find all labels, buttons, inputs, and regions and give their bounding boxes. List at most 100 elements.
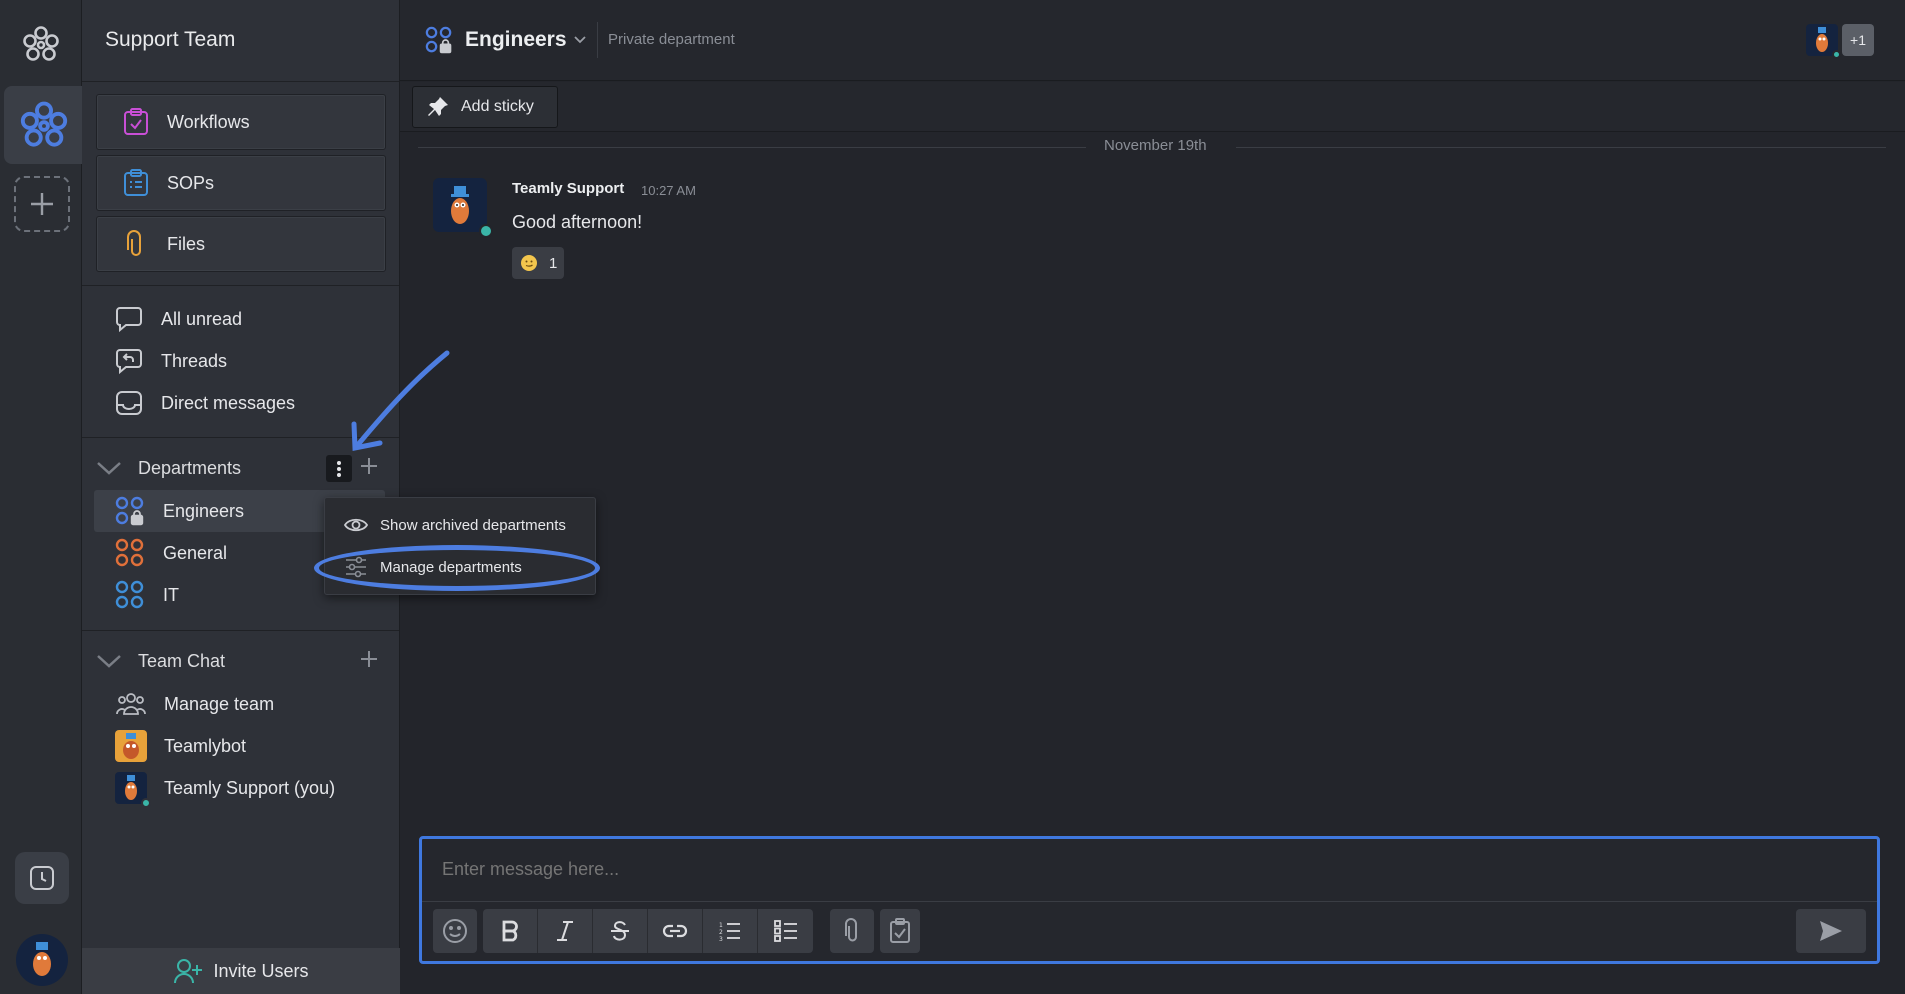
numbered-list-icon: 123: [719, 922, 740, 942]
menu-item-label: Show archived departments: [380, 516, 566, 534]
bold-icon: [502, 920, 518, 942]
member-label: Manage team: [164, 693, 275, 714]
add-workspace-button[interactable]: [14, 176, 70, 232]
svg-text:2: 2: [719, 929, 723, 936]
nav-label: All unread: [161, 308, 243, 329]
divider: [418, 147, 1086, 148]
smirk-emoji-icon: [521, 255, 537, 271]
member-label: Teamlybot: [164, 735, 247, 756]
department-icon: [115, 538, 144, 567]
chat-bubble-icon: [116, 307, 142, 333]
divider: [82, 285, 399, 286]
message-avatar[interactable]: [433, 178, 493, 238]
user-avatar[interactable]: [16, 934, 68, 986]
date-separator: November 19th: [418, 137, 1886, 157]
chevron-down-icon: [573, 36, 586, 44]
paperclip-icon: [845, 918, 857, 942]
manage-team-item[interactable]: Manage team: [82, 683, 399, 725]
sticky-bar: Add sticky: [400, 82, 1905, 132]
nav-all-unread[interactable]: All unread: [82, 298, 399, 340]
link-icon: [662, 924, 688, 938]
workspace-logo-icon: [20, 101, 68, 147]
header-separator: [597, 22, 598, 58]
numbered-list-button[interactable]: 123: [703, 909, 758, 953]
add-sticky-label: Add sticky: [461, 98, 534, 115]
attach-group: [830, 909, 874, 953]
svg-text:3: 3: [719, 936, 723, 942]
clipboard-check-icon: [890, 918, 910, 943]
workspace-support-team[interactable]: [4, 86, 82, 164]
sops-button[interactable]: SOPs: [96, 155, 386, 211]
team-chat-label: Team Chat: [138, 650, 226, 671]
files-button[interactable]: Files: [96, 216, 386, 272]
reaction-count: 1: [549, 254, 558, 272]
people-icon: [116, 693, 146, 715]
threads-icon: [116, 349, 142, 375]
divider: [1236, 147, 1886, 148]
italic-button[interactable]: [538, 909, 593, 953]
link-button[interactable]: [648, 909, 703, 953]
online-indicator: [141, 798, 151, 808]
add-sticky-button[interactable]: Add sticky: [412, 86, 558, 128]
pin-icon: [428, 97, 448, 116]
message-time: 10:27 AM: [641, 183, 696, 198]
channel-title-label: Engineers: [465, 28, 567, 51]
emoji-button[interactable]: [433, 909, 477, 953]
divider: [422, 901, 1877, 902]
workflows-icon: [124, 108, 148, 135]
message-input[interactable]: [442, 859, 1842, 880]
department-label: Engineers: [163, 500, 245, 521]
channel-subtitle: Private department: [608, 31, 735, 48]
chevron-down-icon[interactable]: [96, 460, 122, 476]
checklist-button[interactable]: [758, 909, 813, 953]
paperclip-icon: [127, 230, 141, 256]
clock-icon: [30, 866, 54, 890]
member-avatar[interactable]: [1806, 24, 1841, 59]
eye-icon: [344, 518, 368, 532]
divider: [82, 630, 399, 631]
emoji-group: [433, 909, 477, 953]
message-composer: 123: [419, 836, 1880, 964]
private-department-icon: [425, 26, 452, 54]
online-indicator: [479, 224, 493, 238]
invite-users-button[interactable]: Invite Users: [82, 948, 400, 994]
annotation-highlight-ellipse: [314, 545, 600, 591]
send-button[interactable]: [1796, 909, 1866, 953]
message-author[interactable]: Teamly Support: [512, 180, 624, 197]
channel-title[interactable]: Engineers: [425, 26, 599, 54]
teamly-logo-icon[interactable]: [20, 24, 62, 66]
department-label: General: [163, 542, 228, 563]
workflows-button[interactable]: Workflows: [96, 94, 386, 150]
strikethrough-button[interactable]: [593, 909, 648, 953]
attach-workflow-button[interactable]: [880, 909, 920, 953]
add-chat-icon[interactable]: [359, 649, 379, 669]
annotation-arrow-icon: [351, 350, 450, 452]
sops-icon: [124, 169, 148, 196]
show-archived-departments-item[interactable]: Show archived departments: [325, 504, 595, 546]
reaction-button[interactable]: 1: [512, 247, 564, 279]
inbox-icon: [116, 391, 142, 415]
tools-list: Workflows SOPs Files: [82, 82, 399, 272]
svg-text:1: 1: [719, 922, 723, 929]
private-department-icon: [115, 496, 144, 526]
teamlybot-item[interactable]: Teamlybot: [82, 725, 399, 767]
channel-members[interactable]: +1: [1806, 24, 1874, 59]
date-label: November 19th: [1104, 137, 1207, 154]
department-label: IT: [163, 584, 179, 605]
workflows-label: Workflows: [167, 111, 250, 132]
teamly-support-item[interactable]: Teamly Support (you): [82, 767, 399, 809]
bold-button[interactable]: [483, 909, 538, 953]
member-label: Teamly Support (you): [164, 777, 336, 798]
history-button[interactable]: [15, 852, 69, 904]
extra-members-count[interactable]: +1: [1842, 24, 1874, 56]
team-name[interactable]: Support Team: [82, 0, 399, 82]
strikethrough-icon: [611, 921, 629, 941]
chevron-down-icon[interactable]: [96, 653, 122, 669]
mascot-icon: [33, 942, 51, 976]
online-indicator: [1832, 50, 1841, 59]
department-icon: [115, 580, 144, 609]
send-icon: [1820, 921, 1842, 941]
attach-file-button[interactable]: [830, 909, 874, 953]
team-chat-header[interactable]: Team Chat: [82, 639, 399, 683]
plus-icon: [31, 193, 53, 215]
